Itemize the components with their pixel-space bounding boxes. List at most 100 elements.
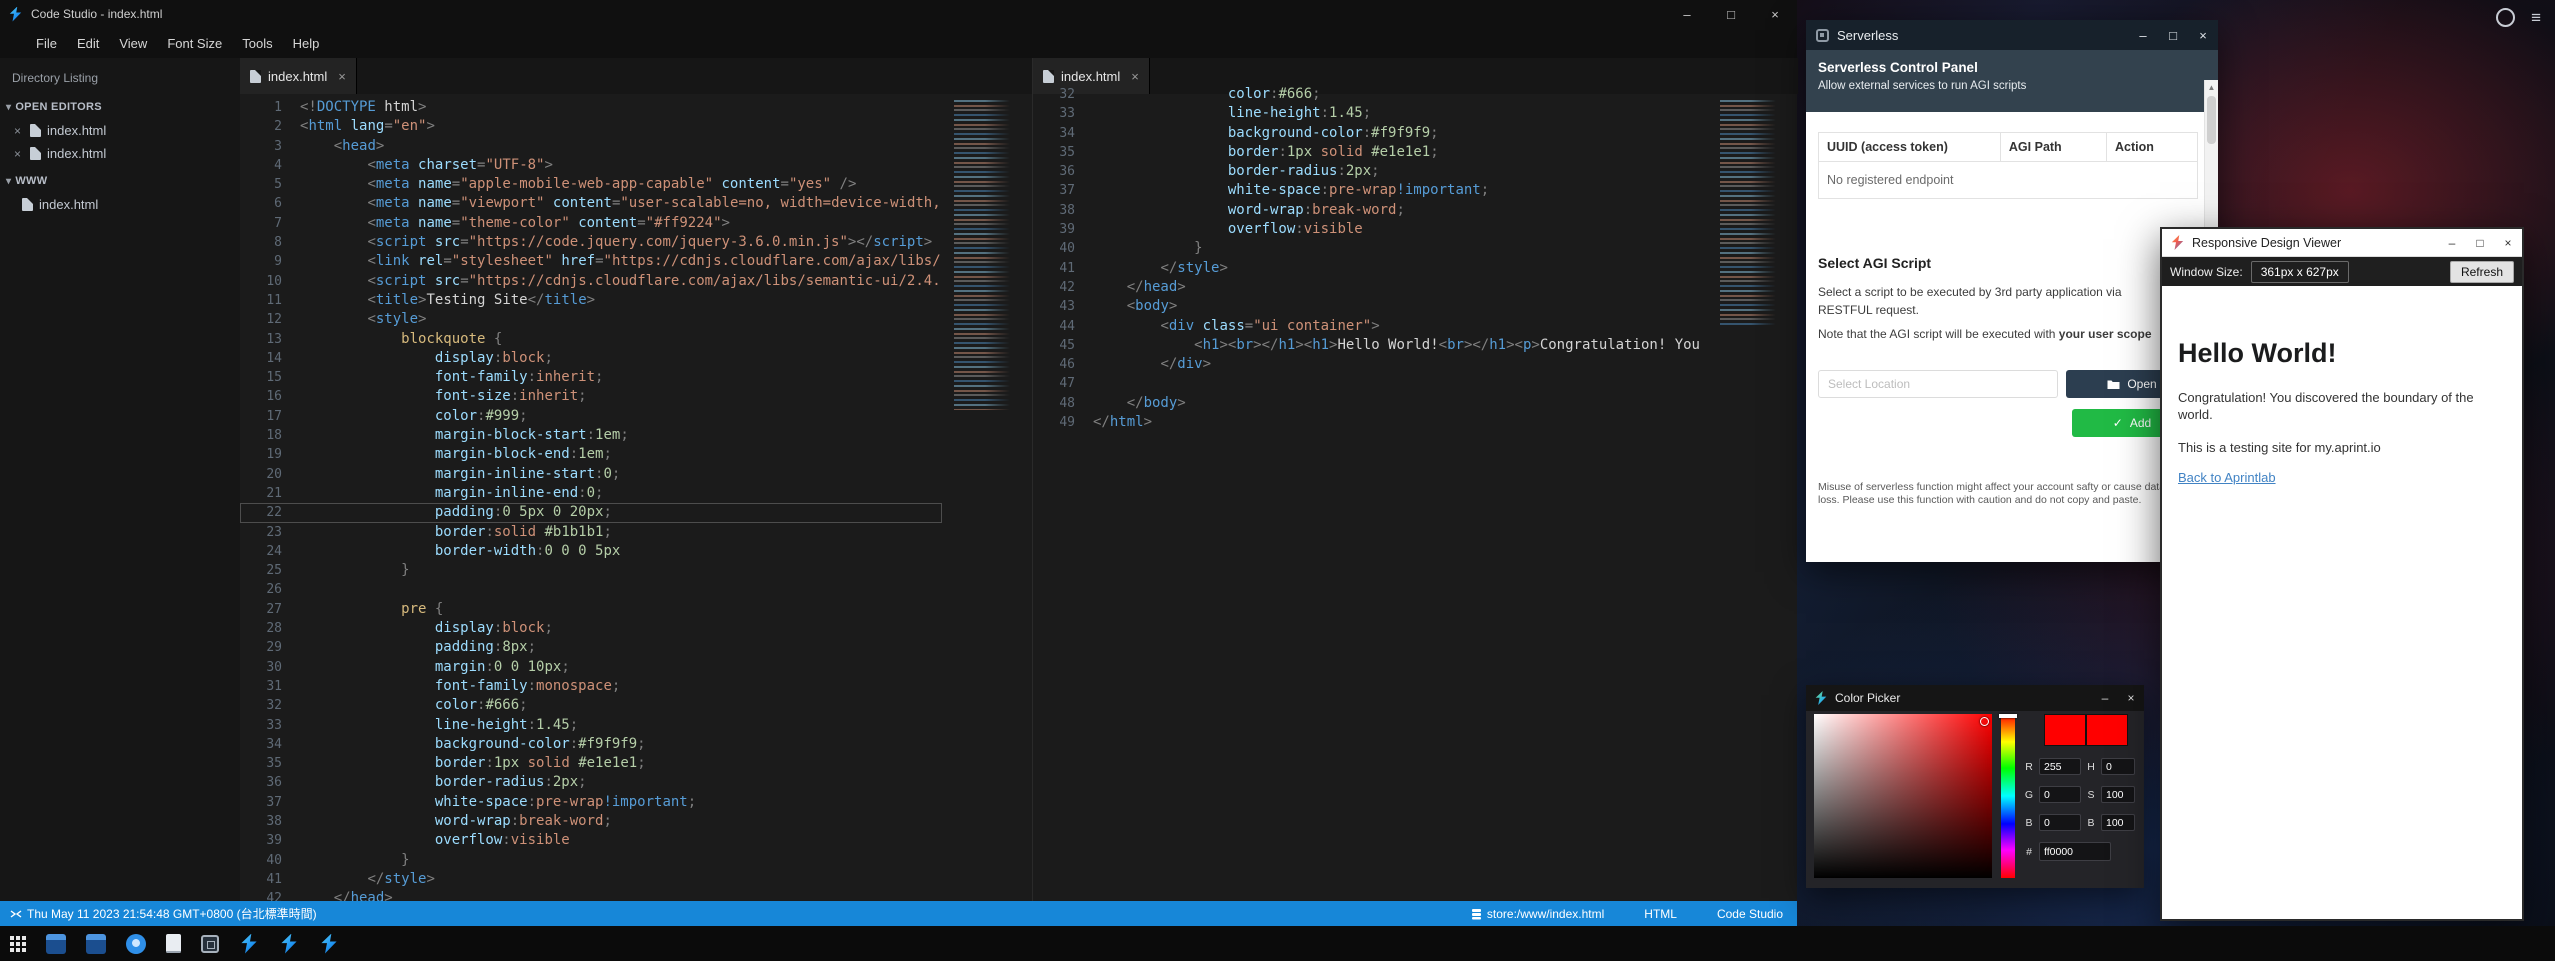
code-line-35[interactable]: 35 border:1px solid #e1e1e1; <box>1033 143 1708 162</box>
code-line-45[interactable]: 45 <h1><br></h1><h1>Hello World!<br></h1… <box>1033 336 1708 355</box>
h-input[interactable] <box>2101 758 2135 775</box>
hue-marker[interactable] <box>1999 714 2017 718</box>
code-line-4[interactable]: 4 <meta charset="UTF-8"> <box>240 156 942 175</box>
menu-edit[interactable]: Edit <box>67 36 109 51</box>
code-line-33[interactable]: 33 line-height:1.45; <box>1033 104 1708 123</box>
circle-icon[interactable] <box>2496 8 2515 27</box>
maximize-button[interactable]: □ <box>2466 229 2494 256</box>
g-input[interactable] <box>2039 786 2081 803</box>
titlebar[interactable]: Code Studio - index.html – □ × <box>0 0 1797 28</box>
status-datetime[interactable]: Thu May 11 2023 21:54:48 GMT+0800 (台北標準時… <box>10 905 317 922</box>
window-size-value[interactable]: 361px x 627px <box>2251 261 2349 283</box>
code-line-47[interactable]: 47 <box>1033 374 1708 393</box>
code-area[interactable]: 32 color:#666;33 line-height:1.45;34 bac… <box>1033 94 1798 901</box>
brightness-input[interactable] <box>2101 814 2135 831</box>
code-line-34[interactable]: 34 background-color:#f9f9f9; <box>240 735 942 754</box>
close-icon[interactable]: × <box>338 69 346 84</box>
code-line-27[interactable]: 27 pre { <box>240 600 942 619</box>
code-line-36[interactable]: 36 border-radius:2px; <box>240 773 942 792</box>
code-line-40[interactable]: 40 } <box>240 851 942 870</box>
code-line-41[interactable]: 41 </style> <box>240 870 942 889</box>
minimize-button[interactable]: – <box>2128 20 2158 50</box>
code-line-26[interactable]: 26 <box>240 580 942 599</box>
back-to-aprintlab-link[interactable]: Back to Aprintlab <box>2178 470 2276 485</box>
code-line-9[interactable]: 9 <link rel="stylesheet" href="https://c… <box>240 252 942 271</box>
close-icon[interactable]: × <box>1131 69 1139 84</box>
menu-font-size[interactable]: Font Size <box>157 36 232 51</box>
code-line-44[interactable]: 44 <div class="ui container"> <box>1033 317 1708 336</box>
menu-help[interactable]: Help <box>283 36 330 51</box>
code-line-32[interactable]: 32 color:#666; <box>1033 85 1708 104</box>
select-location-input[interactable] <box>1818 370 2058 398</box>
code-line-12[interactable]: 12 <style> <box>240 310 942 329</box>
status-language[interactable]: HTML <box>1644 907 1677 921</box>
code-line-39[interactable]: 39 overflow:visible <box>240 831 942 850</box>
code-line-31[interactable]: 31 font-family:monospace; <box>240 677 942 696</box>
code-line-43[interactable]: 43 <body> <box>1033 297 1708 316</box>
code-line-14[interactable]: 14 display:block; <box>240 349 942 368</box>
code-line-39[interactable]: 39 overflow:visible <box>1033 220 1708 239</box>
scroll-up-icon[interactable]: ▲ <box>2205 80 2218 92</box>
section-open-editors[interactable]: ▾ OPEN EDITORS <box>0 95 240 119</box>
code-line-49[interactable]: 49</html> <box>1033 413 1708 432</box>
open-editor-item-2[interactable]: × index.html <box>0 142 240 165</box>
hue-slider[interactable] <box>2001 714 2015 878</box>
code-line-36[interactable]: 36 border-radius:2px; <box>1033 162 1708 181</box>
current-color-swatch[interactable] <box>2044 714 2086 746</box>
minimap[interactable] <box>952 100 1016 895</box>
code-line-37[interactable]: 37 white-space:pre-wrap!important; <box>1033 181 1708 200</box>
saturation-brightness-picker[interactable] <box>1814 714 1992 878</box>
code-line-40[interactable]: 40 } <box>1033 239 1708 258</box>
code-line-6[interactable]: 6 <meta name="viewport" content="user-sc… <box>240 194 942 213</box>
close-button[interactable]: × <box>2118 685 2144 711</box>
status-app-name[interactable]: Code Studio <box>1717 907 1783 921</box>
menu-view[interactable]: View <box>109 36 157 51</box>
code-line-34[interactable]: 34 background-color:#f9f9f9; <box>1033 124 1708 143</box>
code-line-41[interactable]: 41 </style> <box>1033 259 1708 278</box>
code-line-33[interactable]: 33 line-height:1.45; <box>240 716 942 735</box>
code-line-2[interactable]: 2<html lang="en"> <box>240 117 942 136</box>
maximize-button[interactable]: □ <box>2158 20 2188 50</box>
code-line-29[interactable]: 29 padding:8px; <box>240 638 942 657</box>
app-window-icon-1[interactable] <box>46 934 66 954</box>
code-line-5[interactable]: 5 <meta name="apple-mobile-web-app-capab… <box>240 175 942 194</box>
code-line-42[interactable]: 42 </head> <box>1033 278 1708 297</box>
code-line-19[interactable]: 19 margin-block-end:1em; <box>240 445 942 464</box>
code-line-25[interactable]: 25 } <box>240 561 942 580</box>
code-line-13[interactable]: 13 blockquote { <box>240 330 942 349</box>
rdv-titlebar[interactable]: Responsive Design Viewer – □ × <box>2162 229 2522 257</box>
previous-color-swatch[interactable] <box>2086 714 2128 746</box>
code-line-46[interactable]: 46 </div> <box>1033 355 1708 374</box>
open-editor-item-1[interactable]: × index.html <box>0 119 240 142</box>
code-line-1[interactable]: 1<!DOCTYPE html> <box>240 98 942 117</box>
code-line-20[interactable]: 20 margin-inline-start:0; <box>240 465 942 484</box>
code-line-7[interactable]: 7 <meta name="theme-color" content="#ff9… <box>240 214 942 233</box>
code-studio-app-icon-3[interactable] <box>319 934 339 954</box>
code-line-24[interactable]: 24 border-width:0 0 0 5px <box>240 542 942 561</box>
sv-marker[interactable] <box>1980 717 1989 726</box>
code-line-3[interactable]: 3 <head> <box>240 137 942 156</box>
app-circle-icon[interactable] <box>126 934 146 954</box>
start-menu-icon[interactable] <box>10 936 26 952</box>
close-button[interactable]: × <box>2494 229 2522 256</box>
app-window-icon-2[interactable] <box>86 934 106 954</box>
refresh-button[interactable]: Refresh <box>2450 261 2514 283</box>
code-line-18[interactable]: 18 margin-block-start:1em; <box>240 426 942 445</box>
s-input[interactable] <box>2101 786 2135 803</box>
tree-item-index-html[interactable]: index.html <box>0 193 240 216</box>
r-input[interactable] <box>2039 758 2081 775</box>
code-line-48[interactable]: 48 </body> <box>1033 394 1708 413</box>
document-app-icon[interactable] <box>166 934 181 953</box>
code-line-15[interactable]: 15 font-family:inherit; <box>240 368 942 387</box>
b-input[interactable] <box>2039 814 2081 831</box>
code-line-28[interactable]: 28 display:block; <box>240 619 942 638</box>
code-line-17[interactable]: 17 color:#999; <box>240 407 942 426</box>
hex-input[interactable] <box>2039 842 2111 861</box>
code-line-23[interactable]: 23 border:solid #b1b1b1; <box>240 523 942 542</box>
code-line-22[interactable]: 22 padding:0 5px 0 20px; <box>240 503 942 522</box>
code-line-10[interactable]: 10 <script src="https://cdnjs.cloudflare… <box>240 272 942 291</box>
serverless-titlebar[interactable]: Serverless – □ × <box>1806 20 2218 50</box>
code-line-8[interactable]: 8 <script src="https://code.jquery.com/j… <box>240 233 942 252</box>
minimize-button[interactable]: – <box>2092 685 2118 711</box>
color-picker-titlebar[interactable]: Color Picker – × <box>1806 685 2144 711</box>
